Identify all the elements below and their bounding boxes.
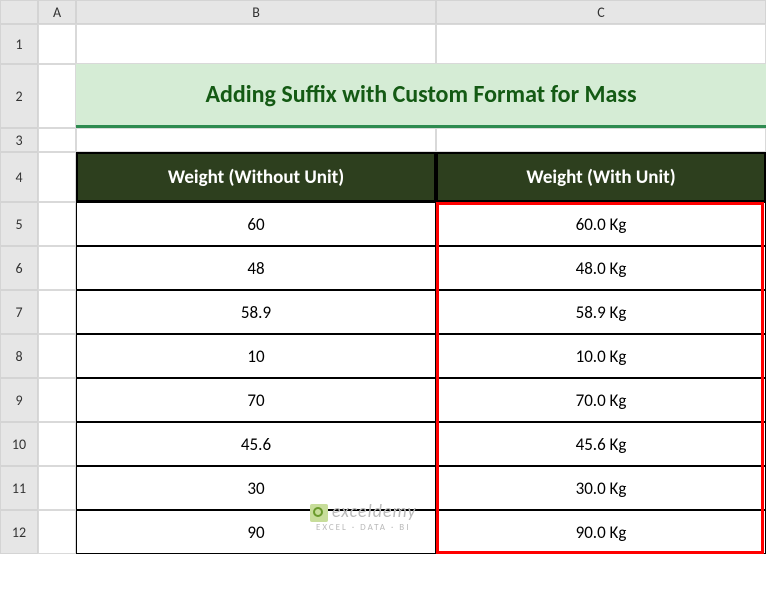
- row-header-4[interactable]: 4: [0, 152, 38, 202]
- cell-c12[interactable]: 90.0 Kg: [436, 510, 766, 554]
- row-header-9[interactable]: 9: [0, 378, 38, 422]
- row-header-7[interactable]: 7: [0, 290, 38, 334]
- cell-a8[interactable]: [38, 334, 76, 378]
- cell-b9[interactable]: 70: [76, 378, 436, 422]
- cell-a10[interactable]: [38, 422, 76, 466]
- row-header-8[interactable]: 8: [0, 334, 38, 378]
- cell-c8[interactable]: 10.0 Kg: [436, 334, 766, 378]
- cell-a12[interactable]: [38, 510, 76, 554]
- col-header-c[interactable]: C: [436, 0, 766, 24]
- cell-c5[interactable]: 60.0 Kg: [436, 202, 766, 246]
- title-cell[interactable]: Adding Suffix with Custom Format for Mas…: [76, 64, 766, 128]
- col-header-b[interactable]: B: [76, 0, 436, 24]
- cell-c10[interactable]: 45.6 Kg: [436, 422, 766, 466]
- cell-a7[interactable]: [38, 290, 76, 334]
- row-header-3[interactable]: 3: [0, 128, 38, 152]
- cell-b6[interactable]: 48: [76, 246, 436, 290]
- cell-b3[interactable]: [76, 128, 436, 152]
- row-header-12[interactable]: 12: [0, 510, 38, 554]
- cell-b1[interactable]: [76, 24, 436, 64]
- row-header-6[interactable]: 6: [0, 246, 38, 290]
- col-header-a[interactable]: A: [38, 0, 76, 24]
- cell-b12[interactable]: 90: [76, 510, 436, 554]
- cell-a5[interactable]: [38, 202, 76, 246]
- cell-a11[interactable]: [38, 466, 76, 510]
- cell-a1[interactable]: [38, 24, 76, 64]
- cell-a9[interactable]: [38, 378, 76, 422]
- row-header-2[interactable]: 2: [0, 64, 38, 128]
- cell-b7[interactable]: 58.9: [76, 290, 436, 334]
- cell-c1[interactable]: [436, 24, 766, 64]
- table-header-without-unit[interactable]: Weight (Without Unit): [76, 152, 436, 202]
- row-header-5[interactable]: 5: [0, 202, 38, 246]
- cell-c9[interactable]: 70.0 Kg: [436, 378, 766, 422]
- cell-b5[interactable]: 60: [76, 202, 436, 246]
- row-header-11[interactable]: 11: [0, 466, 38, 510]
- spreadsheet-grid: A B C 1 2 Adding Suffix with Custom Form…: [0, 0, 767, 554]
- cell-c7[interactable]: 58.9 Kg: [436, 290, 766, 334]
- cell-b10[interactable]: 45.6: [76, 422, 436, 466]
- cell-c3[interactable]: [436, 128, 766, 152]
- cell-c11[interactable]: 30.0 Kg: [436, 466, 766, 510]
- cell-a6[interactable]: [38, 246, 76, 290]
- cell-a3[interactable]: [38, 128, 76, 152]
- row-header-10[interactable]: 10: [0, 422, 38, 466]
- cell-a2[interactable]: [38, 64, 76, 128]
- cell-a4[interactable]: [38, 152, 76, 202]
- row-header-1[interactable]: 1: [0, 24, 38, 64]
- cell-b8[interactable]: 10: [76, 334, 436, 378]
- select-all-corner[interactable]: [0, 0, 38, 24]
- table-header-with-unit[interactable]: Weight (With Unit): [436, 152, 766, 202]
- cell-c6[interactable]: 48.0 Kg: [436, 246, 766, 290]
- cell-b11[interactable]: 30: [76, 466, 436, 510]
